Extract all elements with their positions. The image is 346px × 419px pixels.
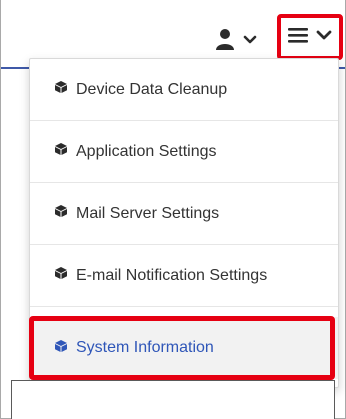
cube-icon [54, 204, 68, 223]
settings-dropdown-menu: Device Data Cleanup Application Settings [29, 58, 339, 388]
user-menu-button[interactable] [213, 26, 269, 56]
menu-item-label: System Information [76, 339, 214, 356]
chevron-down-icon [243, 32, 257, 50]
cube-icon [54, 80, 68, 99]
app-frame: Device Data Cleanup Application Settings [0, 0, 346, 419]
user-icon [213, 27, 237, 56]
menu-item-mail-server-settings[interactable]: Mail Server Settings [30, 183, 338, 245]
menu-item-label: E-mail Notification Settings [76, 266, 268, 284]
menu-item-label: Mail Server Settings [76, 204, 220, 222]
menu-item-device-data-cleanup[interactable]: Device Data Cleanup [30, 59, 338, 121]
menu-item-label: Application Settings [76, 142, 217, 160]
cube-icon [54, 142, 68, 161]
hamburger-menu-button[interactable] [277, 14, 343, 60]
cube-icon [54, 339, 68, 358]
chevron-down-icon [316, 28, 332, 46]
menu-item-application-settings[interactable]: Application Settings [30, 121, 338, 183]
menu-item-label: Device Data Cleanup [76, 80, 228, 98]
hamburger-menu-icon [288, 26, 308, 49]
menu-item-system-information[interactable]: System Information [30, 317, 338, 379]
cube-icon [54, 266, 68, 285]
menu-item-email-notification-settings[interactable]: E-mail Notification Settings [30, 245, 338, 307]
content-panel [11, 380, 335, 419]
